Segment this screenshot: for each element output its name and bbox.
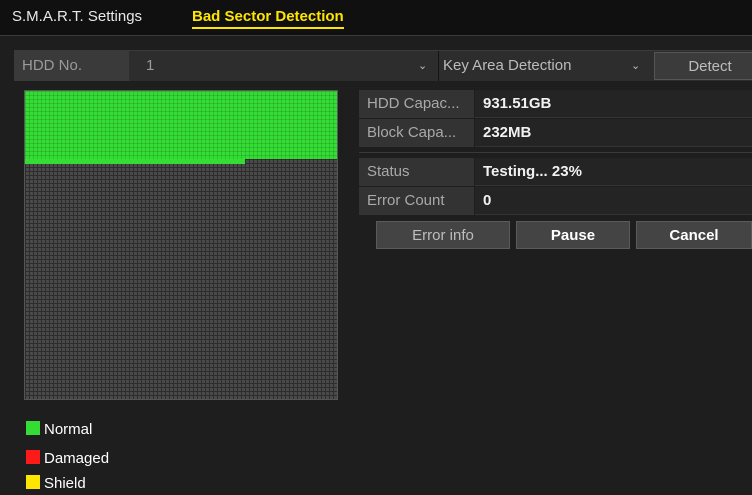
- sector-map: [24, 90, 338, 400]
- sector-map-tested-area: [25, 91, 337, 159]
- status-value: Testing... 23%: [475, 158, 752, 186]
- error-info-button[interactable]: Error info: [376, 221, 510, 249]
- hdd-no-select[interactable]: 1 ⌄: [138, 51, 428, 81]
- tab-smart-settings[interactable]: S.M.A.R.T. Settings: [12, 8, 142, 25]
- legend-swatch-normal: [26, 421, 40, 435]
- chevron-down-icon[interactable]: ⌄: [418, 51, 427, 81]
- chevron-down-icon[interactable]: ⌄: [631, 51, 640, 81]
- detection-mode-value: Key Area Detection: [443, 57, 572, 74]
- block-capacity-label: Block Capa...: [359, 119, 474, 147]
- error-count-row: Error Count 0: [359, 187, 752, 215]
- hdd-no-label: HDD No.: [14, 51, 129, 81]
- hdd-selector-row: HDD No. 1 ⌄ Key Area Detection ⌄ Detect: [14, 50, 752, 81]
- hdd-capacity-row: HDD Capac... 931.51GB: [359, 90, 752, 118]
- status-row: Status Testing... 23%: [359, 158, 752, 186]
- divider: [359, 152, 752, 153]
- detect-button[interactable]: Detect: [654, 52, 752, 80]
- hdd-no-value: 1: [146, 57, 155, 74]
- status-label: Status: [359, 158, 474, 186]
- error-count-value: 0: [475, 187, 752, 215]
- legend-label-normal: Normal: [44, 421, 93, 438]
- block-capacity-row: Block Capa... 232MB: [359, 119, 752, 147]
- tab-bad-sector-detection[interactable]: Bad Sector Detection: [192, 8, 344, 29]
- block-capacity-value: 232MB: [475, 119, 752, 147]
- legend-label-shield: Shield: [44, 475, 86, 492]
- hdd-capacity-label: HDD Capac...: [359, 90, 474, 118]
- tab-bar: S.M.A.R.T. Settings Bad Sector Detection: [0, 0, 752, 36]
- bad-sector-detection-window: S.M.A.R.T. Settings Bad Sector Detection…: [0, 0, 752, 495]
- error-count-label: Error Count: [359, 187, 474, 215]
- pause-button[interactable]: Pause: [516, 221, 630, 249]
- legend-swatch-shield: [26, 475, 40, 489]
- legend-swatch-damaged: [26, 450, 40, 464]
- cancel-button[interactable]: Cancel: [636, 221, 752, 249]
- sector-map-tested-tail: [25, 159, 245, 164]
- detection-mode-select[interactable]: Key Area Detection ⌄: [438, 51, 648, 81]
- hdd-capacity-value: 931.51GB: [475, 90, 752, 118]
- legend-label-damaged: Damaged: [44, 450, 110, 467]
